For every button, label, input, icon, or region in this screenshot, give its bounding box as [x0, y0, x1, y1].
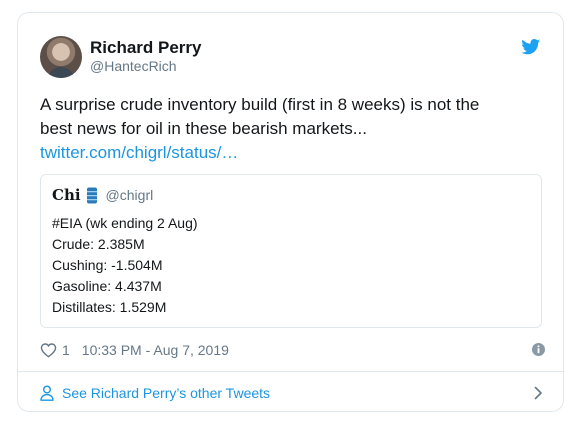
author-avatar[interactable]: [40, 36, 82, 78]
quoted-tweet[interactable]: Chi @chigrl #EIA (wk ending 2 Aug) Crude…: [40, 174, 542, 328]
quoted-tweet-text: #EIA (wk ending 2 Aug) Crude: 2.385M Cus…: [52, 213, 522, 318]
quoted-tweet-line: Crude: 2.385M: [52, 236, 145, 252]
tweet-text-line: A surprise crude inventory build (first …: [40, 95, 480, 114]
quoted-tweet-line: Cushing: -1.504M: [52, 257, 163, 273]
tweet-meta: 1 10:33 PM - Aug 7, 2019: [40, 340, 545, 360]
tweet-timestamp[interactable]: 10:33 PM - Aug 7, 2019: [82, 342, 229, 358]
author-handle[interactable]: @HantecRich: [90, 58, 177, 74]
tweet-text-line: best news for oil in these bearish marke…: [40, 119, 367, 138]
tweet-link[interactable]: twitter.com/chigrl/status/…: [40, 141, 535, 165]
chevron-right-icon[interactable]: [534, 386, 543, 400]
quoted-tweet-line: Distillates: 1.529M: [52, 299, 167, 315]
tweet-text: A surprise crude inventory build (first …: [40, 93, 535, 165]
author-name[interactable]: Richard Perry: [90, 38, 202, 58]
twitter-bird-icon[interactable]: [521, 39, 541, 55]
heart-outline-icon[interactable]: [40, 342, 57, 358]
footer-divider: [18, 371, 563, 372]
quoted-tweet-header: Chi @chigrl: [52, 185, 153, 205]
quoted-tweet-line: Gasoline: 4.437M: [52, 278, 162, 294]
info-icon[interactable]: [532, 343, 545, 356]
see-other-tweets-link[interactable]: See Richard Perry’s other Tweets: [40, 382, 543, 404]
quoted-author-handle: @chigrl: [105, 187, 154, 203]
person-icon: [40, 385, 54, 401]
embedded-tweet-card[interactable]: Richard Perry @HantecRich A surprise cru…: [17, 12, 564, 412]
like-count[interactable]: 1: [62, 342, 70, 358]
see-other-tweets-label[interactable]: See Richard Perry’s other Tweets: [62, 385, 270, 401]
oil-barrel-icon: [86, 187, 97, 203]
avatar-shirt: [47, 67, 75, 78]
quoted-author-name: Chi: [52, 186, 81, 204]
quoted-tweet-line: #EIA (wk ending 2 Aug): [52, 215, 198, 231]
